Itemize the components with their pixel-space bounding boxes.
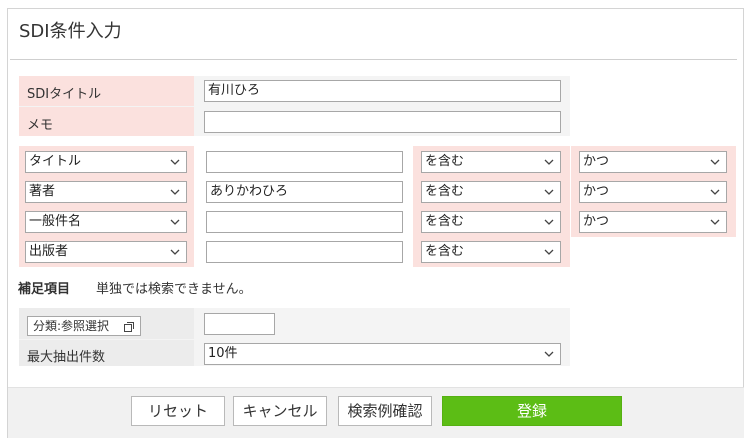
- chevron-down-icon: [709, 216, 721, 228]
- memo-label: メモ: [27, 118, 54, 133]
- external-window-icon: [123, 320, 135, 332]
- criteria-value-input-2[interactable]: ありかわひろ: [206, 181, 403, 203]
- category-reference-button-label: 分類:参照選択: [33, 319, 110, 333]
- criteria-field-select-2[interactable]: 著者: [25, 181, 187, 203]
- criteria-logic-select-label: かつ: [583, 184, 610, 199]
- cancel-button[interactable]: キャンセル: [233, 396, 327, 426]
- sdi-title-label: SDIタイトル: [27, 87, 102, 102]
- chevron-down-icon: [709, 156, 721, 168]
- chevron-down-icon: [543, 348, 555, 360]
- chevron-down-icon: [169, 186, 181, 198]
- search-example-button[interactable]: 検索例確認: [338, 396, 432, 426]
- criteria-logic-select-label: かつ: [583, 214, 610, 229]
- criteria-field-select-1[interactable]: タイトル: [25, 151, 187, 173]
- max-count-select[interactable]: 10件: [204, 343, 561, 365]
- criteria-logic-select-1[interactable]: かつ: [579, 151, 727, 173]
- criteria-match-select-label: を含む: [425, 154, 465, 169]
- chevron-down-icon: [169, 156, 181, 168]
- criteria-logic-select-3[interactable]: かつ: [579, 211, 727, 233]
- max-count-label: 最大抽出件数: [27, 350, 106, 365]
- criteria-match-select-label: を含む: [425, 244, 465, 259]
- criteria-value-input-3[interactable]: [206, 211, 403, 233]
- criteria-value-input-1[interactable]: [206, 151, 403, 173]
- supplement-note: 単独では検索できません。: [96, 282, 252, 297]
- criteria-field-select-label: 出版者: [29, 244, 69, 259]
- category-code-input[interactable]: [204, 313, 275, 335]
- dialog-title: SDI条件入力: [19, 21, 122, 42]
- criteria-match-select-label: を含む: [425, 184, 465, 199]
- chevron-down-icon: [543, 156, 555, 168]
- criteria-match-select-3[interactable]: を含む: [421, 211, 561, 233]
- supplement-heading: 補足項目: [18, 282, 71, 297]
- criteria-field-select-label: 著者: [29, 184, 56, 199]
- criteria-match-select-label: を含む: [425, 214, 465, 229]
- criteria-match-select-4[interactable]: を含む: [421, 241, 561, 263]
- memo-input[interactable]: [204, 111, 561, 133]
- criteria-field-select-label: タイトル: [29, 154, 82, 169]
- chevron-down-icon: [543, 186, 555, 198]
- chevron-down-icon: [169, 246, 181, 258]
- criteria-match-select-1[interactable]: を含む: [421, 151, 561, 173]
- sdi-title-input[interactable]: 有川ひろ: [204, 80, 561, 102]
- chevron-down-icon: [709, 186, 721, 198]
- max-count-select-label: 10件: [208, 346, 238, 361]
- chevron-down-icon: [169, 216, 181, 228]
- title-divider: [10, 59, 737, 60]
- chevron-down-icon: [543, 246, 555, 258]
- criteria-field-select-4[interactable]: 出版者: [25, 241, 187, 263]
- criteria-match-select-2[interactable]: を含む: [421, 181, 561, 203]
- criteria-field-select-label: 一般件名: [29, 214, 82, 229]
- category-reference-button[interactable]: 分類:参照選択: [27, 316, 141, 336]
- criteria-logic-select-label: かつ: [583, 154, 610, 169]
- criteria-field-select-3[interactable]: 一般件名: [25, 211, 187, 233]
- criteria-logic-select-2[interactable]: かつ: [579, 181, 727, 203]
- register-button[interactable]: 登録: [442, 396, 622, 426]
- reset-button[interactable]: リセット: [131, 396, 225, 426]
- criteria-value-input-4[interactable]: [206, 241, 403, 263]
- chevron-down-icon: [543, 216, 555, 228]
